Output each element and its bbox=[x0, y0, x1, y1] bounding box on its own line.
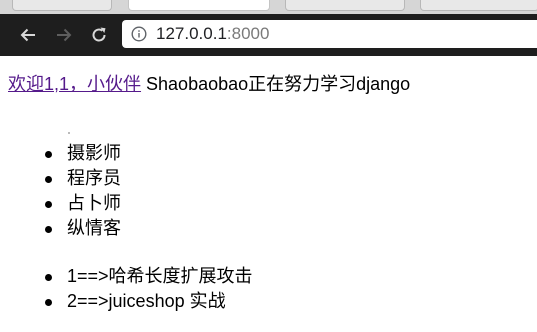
back-arrow-icon bbox=[20, 28, 35, 42]
browser-tab-4[interactable] bbox=[420, 0, 537, 11]
address-bar[interactable]: 127.0.0.1:8000 bbox=[122, 20, 537, 48]
artifact-dot bbox=[68, 132, 70, 134]
role-item: 摄影师 bbox=[0, 141, 121, 166]
welcome-link[interactable]: 欢迎1,1，小伙伴 bbox=[8, 74, 141, 94]
roles-list: 摄影师 程序员 占卜师 纵情客 bbox=[0, 141, 121, 241]
reload-icon bbox=[92, 27, 106, 42]
role-item: 程序员 bbox=[0, 166, 121, 191]
browser-toolbar: 127.0.0.1:8000 bbox=[0, 14, 537, 56]
post-item: 2==>juiceshop 实战 bbox=[0, 289, 253, 314]
reload-button[interactable] bbox=[84, 20, 114, 50]
page-content: 欢迎1,1，小伙伴 Shaobaobao正在努力学习django 摄影师 程序员… bbox=[0, 56, 537, 332]
browser-tab-2[interactable] bbox=[128, 0, 270, 11]
posts-list: 1==>哈希长度扩展攻击 2==>juiceshop 实战 bbox=[0, 264, 253, 314]
forward-arrow-icon bbox=[57, 28, 72, 42]
address-port: :8000 bbox=[226, 24, 270, 43]
role-item: 纵情客 bbox=[0, 216, 121, 241]
address-host: 127.0.0.1 bbox=[156, 24, 227, 43]
tab-strip bbox=[0, 0, 537, 14]
forward-button[interactable] bbox=[49, 20, 79, 50]
address-url[interactable]: 127.0.0.1:8000 bbox=[156, 24, 269, 44]
welcome-line: 欢迎1,1，小伙伴 Shaobaobao正在努力学习django bbox=[8, 70, 410, 96]
post-item: 1==>哈希长度扩展攻击 bbox=[0, 264, 253, 289]
role-item: 占卜师 bbox=[0, 191, 121, 216]
browser-tab-1[interactable] bbox=[12, 0, 112, 11]
info-icon[interactable] bbox=[131, 26, 147, 42]
welcome-text: Shaobaobao正在努力学习django bbox=[141, 74, 411, 94]
back-button[interactable] bbox=[13, 20, 43, 50]
browser-tab-3[interactable] bbox=[285, 0, 405, 11]
